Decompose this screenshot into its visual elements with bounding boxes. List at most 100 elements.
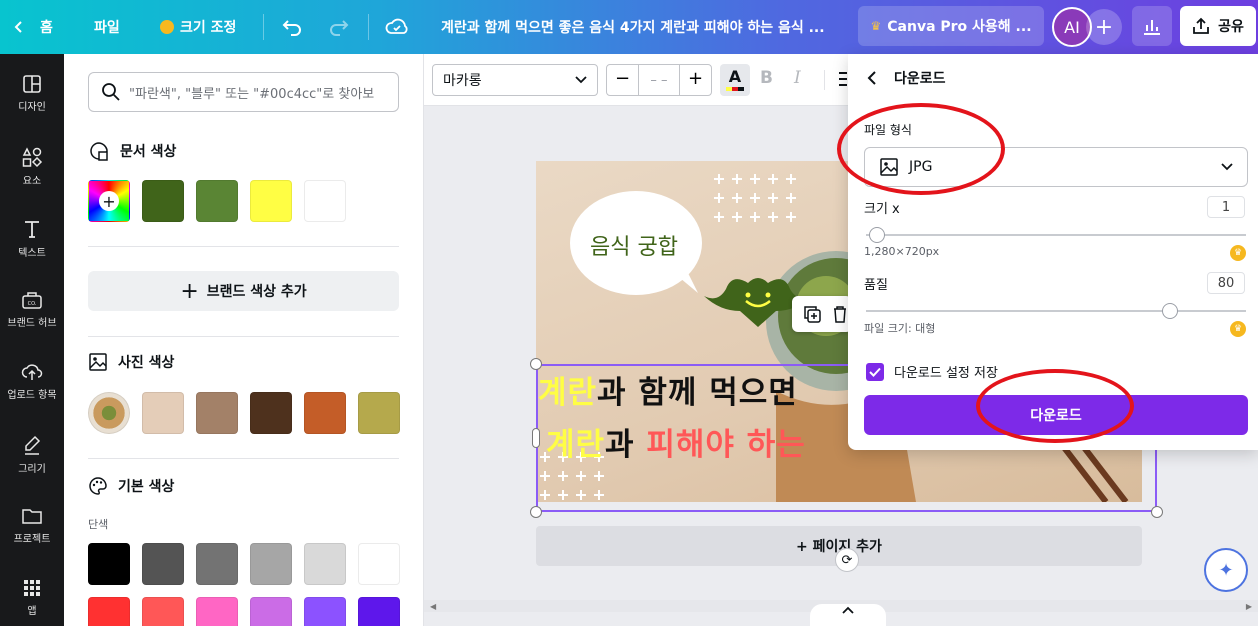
- brand-icon: CO.: [22, 292, 42, 309]
- search-input[interactable]: "파란색", "블루" 또는 "#00c4cc"로 찾아보: [129, 83, 374, 102]
- cloud-save-button[interactable]: [385, 0, 409, 54]
- font-size-input[interactable]: – –: [639, 73, 679, 88]
- align-icon[interactable]: [839, 72, 847, 86]
- photo-thumbnail[interactable]: [88, 392, 130, 434]
- rail-item-brand-hub[interactable]: CO. 브랜드 허브: [0, 290, 64, 329]
- rail-label: 디자인: [18, 102, 46, 113]
- cloud-check-icon: [385, 18, 408, 34]
- add-color-swatch[interactable]: +: [88, 180, 130, 222]
- save-settings-checkbox[interactable]: 다운로드 설정 저장: [866, 362, 998, 381]
- size-input[interactable]: 1: [1207, 196, 1245, 218]
- rail-label: 브랜드 허브: [7, 318, 57, 329]
- scroll-right-icon[interactable]: ▶: [1246, 602, 1252, 611]
- color-search[interactable]: "파란색", "블루" 또는 "#00c4cc"로 찾아보: [88, 72, 399, 112]
- basic-color-swatch[interactable]: [358, 597, 400, 626]
- draw-icon: [25, 435, 41, 455]
- redo-button[interactable]: [328, 0, 350, 54]
- resize-button[interactable]: 크기 조정: [160, 0, 236, 54]
- rail-label: 업로드 항목: [7, 390, 57, 401]
- photo-color-swatch[interactable]: [142, 392, 184, 434]
- basic-color-swatch[interactable]: [196, 543, 238, 585]
- italic-button[interactable]: I: [794, 68, 801, 88]
- left-rail: 디자인 요소 텍스트 CO. 브랜드 허브 업로드 항목 그리기 프로젝트 앱: [0, 54, 64, 626]
- duplicate-icon[interactable]: [802, 304, 822, 324]
- rail-item-design[interactable]: 디자인: [0, 74, 64, 113]
- back-home-button[interactable]: 홈: [12, 0, 53, 54]
- save-settings-label: 다운로드 설정 저장: [894, 366, 998, 381]
- upload-icon: [21, 364, 43, 380]
- add-collaborator-button[interactable]: +: [1086, 9, 1122, 45]
- quality-label: 품질: [864, 278, 888, 293]
- bar-chart-icon: [1144, 20, 1160, 35]
- resize-handle[interactable]: [1151, 506, 1163, 518]
- pages-drawer-toggle[interactable]: [810, 604, 886, 626]
- bold-button[interactable]: B: [760, 68, 773, 88]
- quality-slider-knob[interactable]: [1162, 303, 1178, 319]
- add-brand-color-button[interactable]: + 브랜드 색상 추가: [88, 271, 399, 311]
- annotation-circle: [976, 369, 1134, 443]
- rail-label: 텍스트: [18, 248, 46, 259]
- basic-color-swatch[interactable]: [142, 543, 184, 585]
- basic-color-swatch[interactable]: [88, 543, 130, 585]
- basic-color-swatch[interactable]: [250, 597, 292, 626]
- basic-color-swatch[interactable]: [304, 597, 346, 626]
- side-handle[interactable]: [532, 428, 540, 448]
- rail-item-text[interactable]: 텍스트: [0, 218, 64, 259]
- basic-color-swatch[interactable]: [358, 543, 400, 585]
- share-button[interactable]: 공유: [1180, 6, 1256, 46]
- photo-color-swatch[interactable]: [304, 392, 346, 434]
- basic-color-swatch[interactable]: [142, 597, 184, 626]
- doc-color-swatch[interactable]: [250, 180, 292, 222]
- decrease-font-size-button[interactable]: −: [607, 65, 639, 95]
- back-chevron-icon[interactable]: [866, 70, 878, 86]
- rail-item-projects[interactable]: 프로젝트: [0, 506, 64, 545]
- analytics-button[interactable]: [1132, 6, 1172, 46]
- resize-handle[interactable]: [530, 358, 542, 370]
- photo-color-swatch[interactable]: [358, 392, 400, 434]
- rail-item-draw[interactable]: 그리기: [0, 434, 64, 475]
- scroll-left-icon[interactable]: ◀: [430, 602, 436, 611]
- trash-icon[interactable]: [832, 304, 848, 324]
- increase-font-size-button[interactable]: +: [679, 65, 711, 95]
- doc-color-swatch[interactable]: [196, 180, 238, 222]
- text-color-button[interactable]: A: [720, 64, 750, 96]
- quality-input[interactable]: 80: [1207, 272, 1245, 294]
- home-label: 홈: [40, 20, 53, 36]
- rail-item-apps[interactable]: 앱: [0, 578, 64, 617]
- rotate-icon[interactable]: ⟳: [835, 548, 859, 572]
- color-panel: "파란색", "블루" 또는 "#00c4cc"로 찾아보 문서 색상 + + …: [64, 54, 424, 626]
- doc-color-swatch[interactable]: [304, 180, 346, 222]
- redo-icon: [330, 20, 349, 36]
- document-title[interactable]: 계란과 함께 먹으면 좋은 음식 4가지 계란과 피해야 하는 음식 ...: [441, 0, 831, 54]
- photo-color-swatch[interactable]: [250, 392, 292, 434]
- basic-color-swatch[interactable]: [250, 543, 292, 585]
- search-icon: [102, 83, 120, 101]
- basic-color-swatch[interactable]: [88, 597, 130, 626]
- checkbox-checked-icon[interactable]: [866, 362, 884, 381]
- bubble-text[interactable]: 음식 궁합: [590, 229, 678, 261]
- size-slider[interactable]: [866, 234, 1246, 236]
- font-name: 마카롱: [443, 73, 482, 89]
- try-canva-pro-button[interactable]: ♛ Canva Pro 사용해 ...: [858, 6, 1044, 46]
- quality-slider[interactable]: [866, 310, 1246, 312]
- svg-text:CO.: CO.: [28, 301, 37, 307]
- rail-label: 앱: [27, 606, 37, 617]
- basic-color-swatch[interactable]: [304, 543, 346, 585]
- chevron-up-icon: [842, 606, 854, 614]
- chevron-down-icon: [575, 76, 587, 84]
- rail-item-elements[interactable]: 요소: [0, 146, 64, 187]
- photo-color-swatch[interactable]: [196, 392, 238, 434]
- palette-doc-icon: [90, 142, 108, 161]
- share-label: 공유: [1218, 19, 1244, 35]
- doc-color-swatch[interactable]: [142, 180, 184, 222]
- editor-toolbar: 마카롱 − – – + A B I: [424, 54, 848, 106]
- file-size-text: 파일 크기: 대형: [864, 322, 936, 335]
- magic-sparkle-button[interactable]: ✦: [1204, 548, 1248, 592]
- rail-item-uploads[interactable]: 업로드 항목: [0, 362, 64, 401]
- undo-button[interactable]: [281, 0, 303, 54]
- pro-label: Canva Pro 사용해 ...: [887, 19, 1032, 35]
- basic-color-swatch[interactable]: [196, 597, 238, 626]
- font-select[interactable]: 마카롱: [432, 64, 598, 96]
- file-menu-button[interactable]: 파일: [94, 0, 120, 54]
- resize-handle[interactable]: [530, 506, 542, 518]
